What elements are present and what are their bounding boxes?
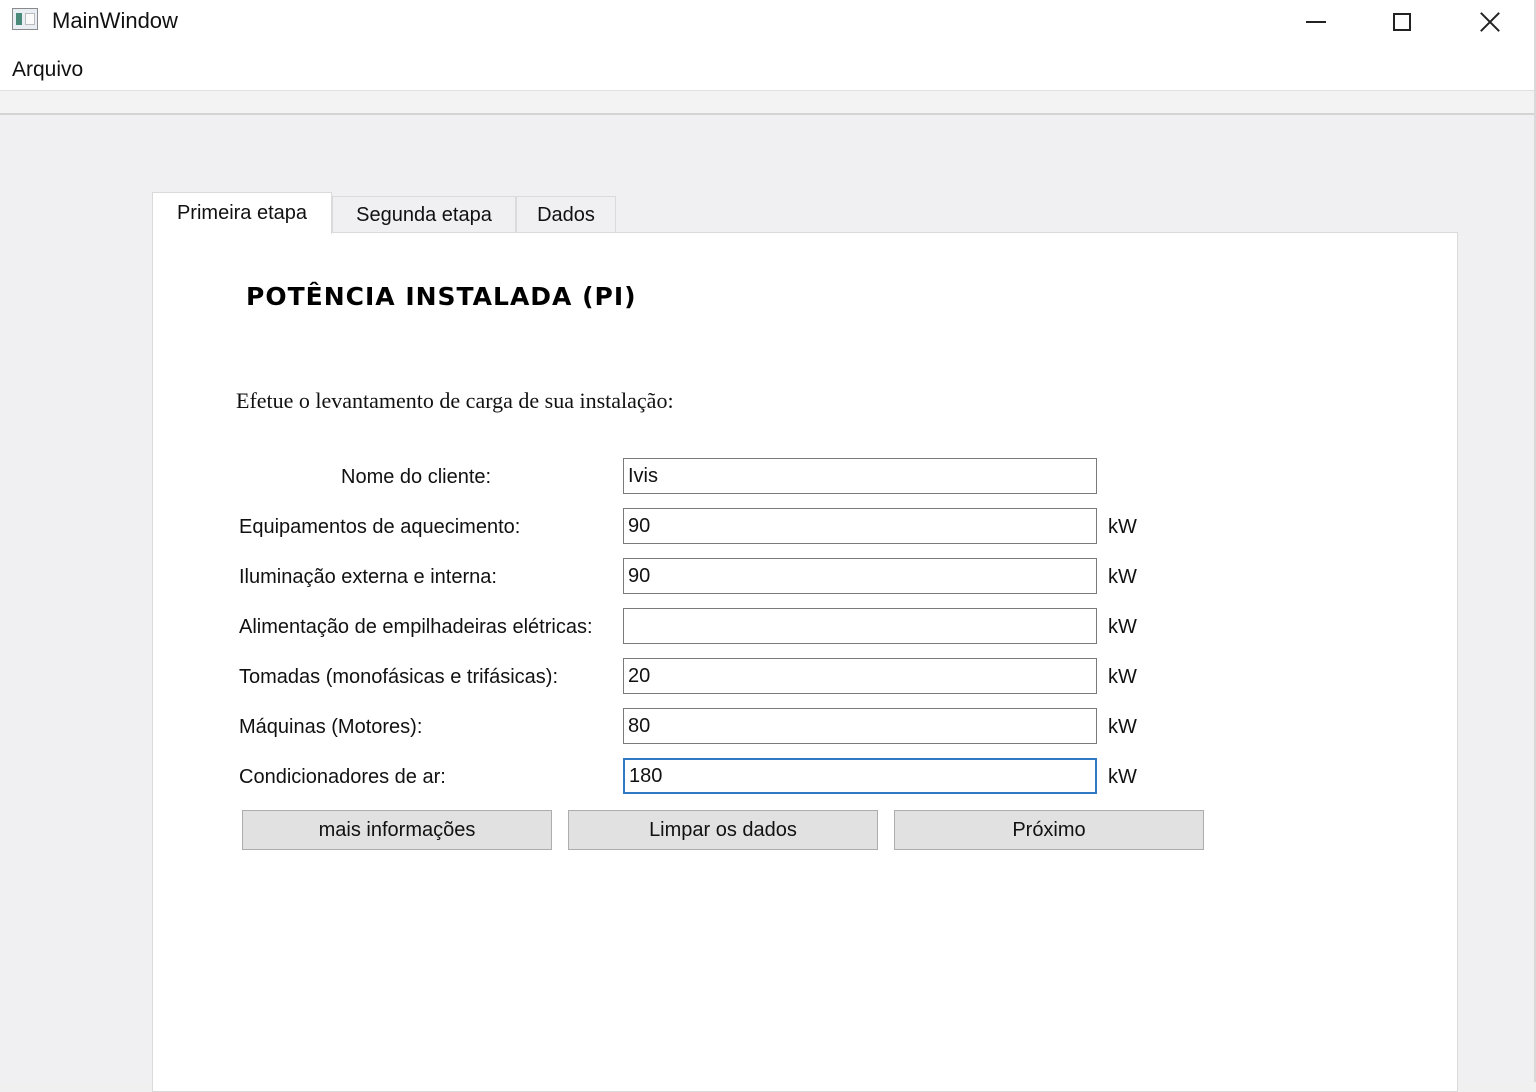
machines-input[interactable]	[623, 708, 1097, 744]
tab-dados[interactable]: Dados	[516, 196, 616, 234]
outlets-unit: kW	[1108, 666, 1137, 688]
heating-equipment-unit: kW	[1108, 516, 1137, 538]
menu-bar: Arquivo	[0, 44, 1534, 90]
forklift-supply-label: Alimentação de empilhadeiras elétricas:	[239, 616, 593, 638]
toolbar-strip	[0, 90, 1534, 115]
outlets-label: Tomadas (monofásicas e trifásicas):	[239, 666, 559, 688]
maximize-icon	[1393, 13, 1411, 31]
main-window: MainWindow Arquivo Primeira etapa Segund…	[0, 0, 1536, 1092]
next-button[interactable]: Próximo	[894, 810, 1204, 850]
lighting-label: Iluminação externa e interna:	[239, 566, 497, 588]
forklift-supply-unit: kW	[1108, 616, 1137, 638]
lighting-input[interactable]	[623, 558, 1097, 594]
clear-data-button[interactable]: Limpar os dados	[568, 810, 878, 850]
machines-unit: kW	[1108, 716, 1137, 738]
air-conditioners-input[interactable]	[623, 758, 1097, 794]
minimize-button[interactable]	[1272, 0, 1360, 44]
window-title: MainWindow	[52, 8, 178, 33]
forklift-supply-input[interactable]	[623, 608, 1097, 644]
menu-arquivo[interactable]: Arquivo	[12, 58, 83, 82]
client-name-input[interactable]	[623, 458, 1097, 494]
close-button[interactable]	[1446, 0, 1534, 44]
close-icon	[1479, 11, 1501, 33]
client-name-label: Nome do cliente:	[341, 466, 492, 488]
air-conditioners-unit: kW	[1108, 766, 1137, 788]
tab-segunda-etapa[interactable]: Segunda etapa	[332, 196, 516, 234]
title-bar[interactable]: MainWindow	[0, 0, 1534, 44]
app-icon	[12, 8, 38, 30]
maximize-button[interactable]	[1358, 0, 1446, 44]
outlets-input[interactable]	[623, 658, 1097, 694]
instruction-text: Efetue o levantamento de carga de sua in…	[236, 388, 674, 413]
more-info-button[interactable]: mais informações	[242, 810, 552, 850]
machines-label: Máquinas (Motores):	[239, 716, 423, 738]
heating-equipment-label: Equipamentos de aquecimento:	[239, 516, 521, 538]
lighting-unit: kW	[1108, 566, 1137, 588]
section-heading: POTÊNCIA INSTALADA (PI)	[246, 282, 637, 311]
heating-equipment-input[interactable]	[623, 508, 1097, 544]
minimize-icon	[1306, 21, 1326, 23]
tab-primeira-etapa[interactable]: Primeira etapa	[152, 192, 332, 234]
air-conditioners-label: Condicionadores de ar:	[239, 766, 446, 788]
